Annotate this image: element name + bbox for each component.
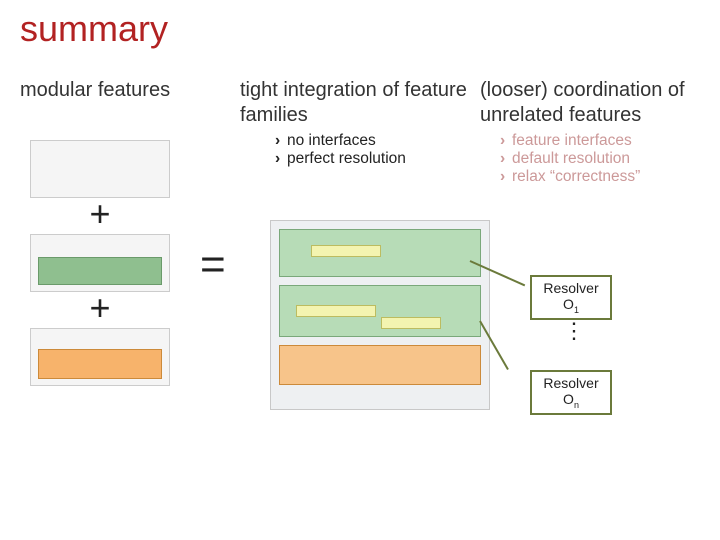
- bullet-text: feature interfaces: [512, 132, 632, 149]
- modular-stack: + +: [30, 140, 170, 388]
- bullet-glyph: ›: [500, 150, 512, 168]
- bullet-text: no interfaces: [287, 132, 376, 149]
- resolver-box-first: Resolver O1: [530, 275, 612, 320]
- panel-pill: [311, 245, 381, 257]
- bullet-text: default resolution: [512, 150, 630, 167]
- column-heading-looser: (looser) coordination of unrelated featu…: [480, 78, 710, 128]
- panel-pill: [381, 317, 441, 329]
- page-title: summary: [20, 8, 168, 50]
- resolver-label: Resolver: [543, 280, 598, 296]
- bullet-text: perfect resolution: [287, 150, 406, 167]
- column-heading-tight: tight integration of feature families: [240, 78, 470, 128]
- bullet-glyph: ›: [275, 132, 287, 150]
- column-heading-modular: modular features: [20, 78, 220, 103]
- plus-operator: +: [30, 200, 170, 228]
- resolver-box-last: Resolver On: [530, 370, 612, 415]
- resolver-index: n: [574, 400, 579, 410]
- bullet-glyph: ›: [275, 150, 287, 168]
- bullets-looser: ›feature interfaces ›default resolution …: [500, 132, 640, 186]
- plus-operator: +: [30, 294, 170, 322]
- panel-band: [279, 345, 481, 385]
- bullet-text: relax “correctness”: [512, 168, 640, 185]
- resolver-label: Resolver: [543, 375, 598, 391]
- module-thumbnail: [30, 328, 170, 386]
- module-thumbnail: [30, 234, 170, 292]
- vertical-ellipsis: ⋮: [563, 318, 585, 344]
- bullets-tight: ›no interfaces ›perfect resolution: [275, 132, 406, 168]
- integrated-panel: [270, 220, 490, 410]
- equals-operator: =: [200, 240, 226, 290]
- module-thumbnail: [30, 140, 170, 198]
- bullet-glyph: ›: [500, 132, 512, 150]
- bullet-glyph: ›: [500, 168, 512, 186]
- resolver-index: 1: [574, 305, 579, 315]
- panel-pill: [296, 305, 376, 317]
